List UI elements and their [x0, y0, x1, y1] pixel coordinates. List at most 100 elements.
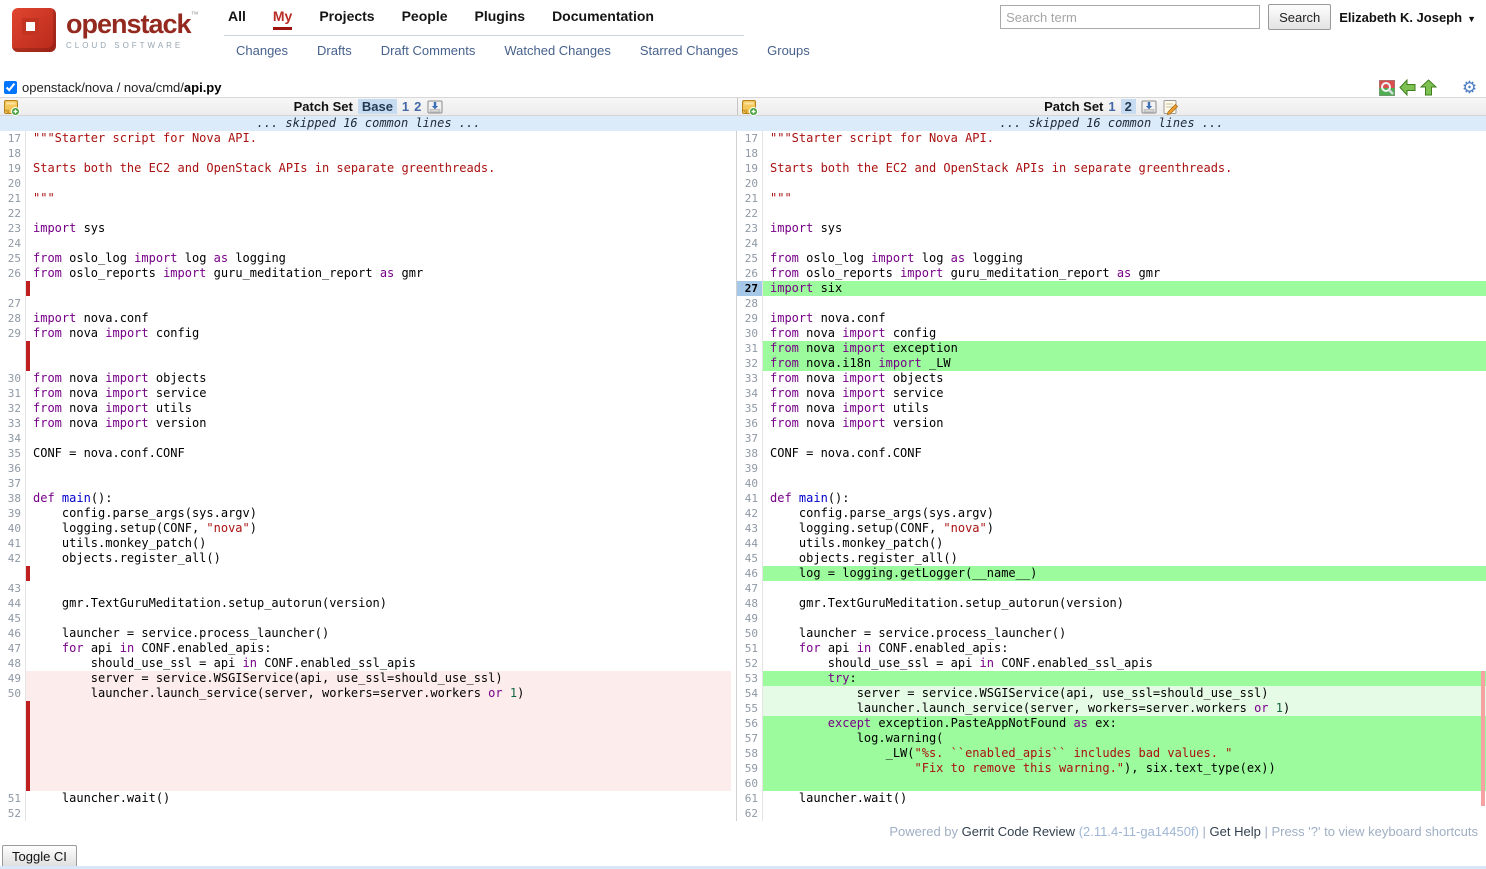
code-line[interactable]: for api in CONF.enabled_apis:	[30, 641, 731, 656]
code-line[interactable]: logging.setup(CONF, "nova")	[30, 521, 731, 536]
download-patch-icon-left[interactable]	[426, 98, 443, 115]
code-line[interactable]: CONF = nova.conf.CONF	[767, 446, 1486, 461]
code-line[interactable]: except exception.PasteAppNotFound as ex:	[767, 716, 1486, 731]
line-number[interactable]: 48	[737, 596, 763, 611]
line-number[interactable]: 49	[0, 671, 26, 686]
code-line[interactable]	[30, 476, 731, 491]
nav-item-groups[interactable]: Groups	[767, 43, 810, 58]
code-line[interactable]	[767, 581, 1486, 596]
code-line[interactable]	[767, 776, 1486, 791]
code-line[interactable]: from nova import version	[767, 416, 1486, 431]
line-number[interactable]: 32	[737, 356, 763, 371]
patchset-option-base[interactable]: Base	[358, 99, 397, 114]
code-line[interactable]: server = service.WSGIService(api, use_ss…	[30, 671, 731, 686]
code-line[interactable]: import sys	[30, 221, 731, 236]
line-number[interactable]: 51	[0, 791, 26, 806]
line-number[interactable]: 27	[737, 281, 763, 296]
code-line[interactable]: _LW("%s. ``enabled_apis`` includes bad v…	[767, 746, 1486, 761]
code-line[interactable]	[767, 431, 1486, 446]
nav-item-drafts[interactable]: Drafts	[317, 43, 352, 58]
line-number[interactable]: 58	[737, 746, 763, 761]
code-line[interactable]: launcher.launch_service(server, workers=…	[30, 686, 731, 701]
line-number[interactable]: 38	[737, 446, 763, 461]
code-line[interactable]	[30, 461, 731, 476]
line-number[interactable]: 26	[737, 266, 763, 281]
line-number[interactable]: 50	[737, 626, 763, 641]
code-line[interactable]: from nova import config	[767, 326, 1486, 341]
line-number[interactable]: 29	[0, 326, 26, 341]
code-line[interactable]: import nova.conf	[30, 311, 731, 326]
line-number[interactable]: 20	[737, 176, 763, 191]
line-number[interactable]: 36	[0, 461, 26, 476]
code-line[interactable]	[30, 431, 731, 446]
code-line[interactable]: """Starter script for Nova API.	[30, 131, 731, 146]
line-number[interactable]: 40	[737, 476, 763, 491]
search-input[interactable]	[1000, 5, 1260, 29]
code-line[interactable]: def main():	[30, 491, 731, 506]
code-line[interactable]: from nova import service	[767, 386, 1486, 401]
code-line[interactable]: server = service.WSGIService(api, use_ss…	[767, 686, 1486, 701]
code-line[interactable]	[767, 806, 1486, 821]
line-number[interactable]: 30	[0, 371, 26, 386]
nav-item-documentation[interactable]: Documentation	[552, 8, 654, 30]
code-line[interactable]	[30, 806, 731, 821]
toggle-ci-button[interactable]: Toggle CI	[2, 845, 77, 868]
code-line[interactable]: """	[767, 191, 1486, 206]
line-number[interactable]: 35	[737, 401, 763, 416]
code-line[interactable]: gmr.TextGuruMeditation.setup_autorun(ver…	[767, 596, 1486, 611]
line-number[interactable]: 44	[737, 536, 763, 551]
line-number[interactable]: 45	[0, 611, 26, 626]
file-comment-icon[interactable]	[742, 100, 758, 119]
line-number[interactable]: 23	[0, 221, 26, 236]
code-line[interactable]: from nova import objects	[30, 371, 731, 386]
code-line[interactable]	[767, 476, 1486, 491]
code-line[interactable]: objects.register_all()	[767, 551, 1486, 566]
line-number[interactable]: 29	[737, 311, 763, 326]
line-number[interactable]: 54	[737, 686, 763, 701]
line-number[interactable]: 47	[0, 641, 26, 656]
code-line[interactable]: utils.monkey_patch()	[30, 536, 731, 551]
code-line[interactable]	[30, 581, 731, 596]
code-line[interactable]	[767, 236, 1486, 251]
settings-gear-icon[interactable]: ⚙	[1461, 79, 1478, 96]
code-line[interactable]	[30, 176, 731, 191]
code-line[interactable]	[767, 296, 1486, 311]
line-number[interactable]: 47	[737, 581, 763, 596]
line-number[interactable]: 21	[0, 191, 26, 206]
line-number[interactable]: 19	[737, 161, 763, 176]
code-line[interactable]: from nova import exception	[767, 341, 1486, 356]
code-line[interactable]: log.warning(	[767, 731, 1486, 746]
code-line[interactable]: from oslo_log import log as logging	[767, 251, 1486, 266]
code-line[interactable]: utils.monkey_patch()	[767, 536, 1486, 551]
code-line[interactable]: should_use_ssl = api in CONF.enabled_ssl…	[767, 656, 1486, 671]
code-line[interactable]: try:	[767, 671, 1486, 686]
code-line[interactable]: from oslo_reports import guru_meditation…	[767, 266, 1486, 281]
code-line[interactable]: launcher = service.process_launcher()	[30, 626, 731, 641]
code-line[interactable]: from nova import config	[30, 326, 731, 341]
line-number[interactable]: 26	[0, 266, 26, 281]
nav-item-all[interactable]: All	[228, 8, 246, 30]
footer-link-gerrit-code-review[interactable]: Gerrit Code Review	[962, 824, 1075, 839]
line-number[interactable]: 18	[737, 146, 763, 161]
line-number[interactable]: 62	[737, 806, 763, 821]
line-number[interactable]: 42	[737, 506, 763, 521]
edit-file-icon[interactable]	[1163, 98, 1180, 115]
code-line[interactable]	[767, 206, 1486, 221]
code-line[interactable]: config.parse_args(sys.argv)	[767, 506, 1486, 521]
nav-item-watched-changes[interactable]: Watched Changes	[504, 43, 610, 58]
code-line[interactable]: gmr.TextGuruMeditation.setup_autorun(ver…	[30, 596, 731, 611]
prev-file-icon[interactable]	[1399, 79, 1416, 96]
nav-item-my[interactable]: My	[273, 8, 292, 30]
nav-item-draft-comments[interactable]: Draft Comments	[381, 43, 476, 58]
reviewed-checkbox[interactable]	[4, 81, 17, 94]
line-number[interactable]: 17	[0, 131, 26, 146]
line-number[interactable]: 52	[737, 656, 763, 671]
line-number[interactable]: 30	[737, 326, 763, 341]
code-line[interactable]: import six	[767, 281, 1486, 296]
nav-item-changes[interactable]: Changes	[236, 43, 288, 58]
up-to-change-icon[interactable]	[1420, 79, 1437, 96]
patchset-option-1[interactable]: 1	[402, 99, 409, 114]
file-comment-icon[interactable]	[4, 100, 20, 119]
line-number[interactable]: 21	[737, 191, 763, 206]
code-line[interactable]: from nova import utils	[30, 401, 731, 416]
